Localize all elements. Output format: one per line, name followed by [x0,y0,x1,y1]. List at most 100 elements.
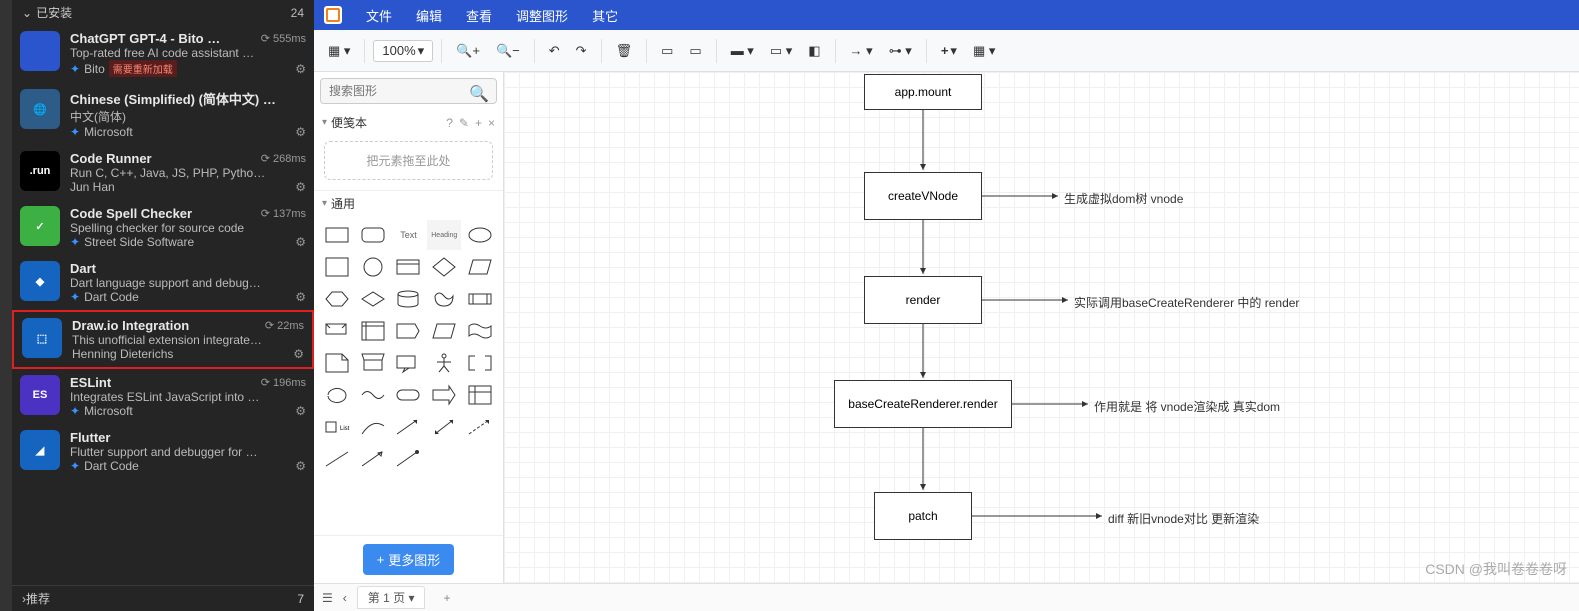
extension-icon: ✓ [20,206,60,246]
shape-item[interactable] [320,316,354,346]
extension-title: Code Runner [70,151,255,166]
extension-item[interactable]: 🌐 Chinese (Simplified) (简体中文) … 中文(简体) ✦… [12,83,314,145]
shape-item[interactable]: Heading [427,220,461,250]
gear-icon[interactable]: ⚙ [293,347,304,361]
shape-item[interactable] [320,220,354,250]
undo-button[interactable]: ↶ [543,39,566,63]
shape-item[interactable] [463,252,497,282]
shape-item[interactable] [392,444,426,474]
fill-color-button[interactable]: ▬ ▾ [725,39,760,63]
installed-count: 24 [291,6,304,20]
close-icon[interactable]: × [488,116,495,130]
shape-item[interactable] [392,252,426,282]
canvas[interactable]: app.mount createVNode render baseCreateR… [504,72,1579,583]
gear-icon[interactable]: ⚙ [295,235,306,249]
edit-icon[interactable]: ✎ [459,116,469,130]
installed-header[interactable]: ⌄ 已安装 24 [12,0,314,25]
watermark: CSDN @我叫卷卷卷呀 [1425,559,1567,579]
shape-item[interactable] [392,348,426,378]
extension-item[interactable]: ChatGPT GPT-4 - Bito … ⟳ 555ms Top-rated… [12,25,314,83]
shape-item[interactable] [392,380,426,410]
shape-item[interactable] [427,348,461,378]
general-label: 通用 [331,195,355,212]
shape-item[interactable] [356,252,390,282]
waypoint-button[interactable]: ⊶ ▾ [883,39,918,63]
general-header[interactable]: ▾ 通用 [314,191,503,216]
shape-item[interactable] [320,380,354,410]
shape-item[interactable] [463,412,497,442]
more-shapes-button[interactable]: + 更多图形 [363,544,455,575]
shape-item[interactable] [463,316,497,346]
insert-button[interactable]: + ▾ [935,39,963,63]
shape-item[interactable] [320,252,354,282]
menu-edit[interactable]: 编辑 [416,6,442,25]
shape-item[interactable] [356,316,390,346]
shape-item[interactable] [392,412,426,442]
shape-item[interactable] [463,220,497,250]
shape-item[interactable] [320,348,354,378]
to-front-button[interactable]: ▭ [655,39,679,63]
shape-item[interactable]: List item [320,412,354,442]
extension-item[interactable]: .run Code Runner ⟳ 268ms Run C, C++, Jav… [12,145,314,200]
scratchpad-header[interactable]: ▾ 便笺本 ? ✎ + × [314,110,503,135]
menu-extras[interactable]: 其它 [592,6,618,25]
shape-item[interactable] [356,348,390,378]
recommend-header[interactable]: › 推荐 7 [12,585,314,611]
shape-item[interactable] [427,380,461,410]
menu-view[interactable]: 查看 [466,6,492,25]
line-color-button[interactable]: ▭ ▾ [764,39,798,63]
shape-item[interactable] [463,348,497,378]
gear-icon[interactable]: ⚙ [295,404,306,418]
gear-icon[interactable]: ⚙ [295,180,306,194]
zoom-select[interactable]: 100% ▾ [373,40,433,62]
zoom-in-button[interactable]: 🔍+ [450,39,486,63]
shape-item[interactable] [356,284,390,314]
extension-description: Top-rated free AI code assistant … [70,46,306,60]
shape-item[interactable] [320,444,354,474]
zoom-out-button[interactable]: 🔍− [490,39,526,63]
shape-item[interactable] [392,316,426,346]
extension-description: This unofficial extension integrate… [72,333,304,347]
to-back-button[interactable]: ▭ [683,39,707,63]
shape-item[interactable] [356,412,390,442]
shape-item[interactable] [427,284,461,314]
redo-button[interactable]: ↷ [570,39,593,63]
extension-item[interactable]: ◆ Dart Dart language support and debug… … [12,255,314,310]
shape-item[interactable] [463,380,497,410]
shape-item[interactable] [356,444,390,474]
extension-author: Dart Code [84,459,139,473]
extension-item[interactable]: ES ESLint ⟳ 196ms Integrates ESLint Java… [12,369,314,424]
shape-item[interactable] [320,284,354,314]
shadow-button[interactable]: ◧ [802,39,826,63]
prev-page-button[interactable]: ‹ [343,591,347,605]
help-icon[interactable]: ? [446,116,453,130]
connection-button[interactable]: → ▾ [844,39,879,63]
table-button[interactable]: ▦ ▾ [967,39,1001,63]
gear-icon[interactable]: ⚙ [295,62,306,76]
reload-badge[interactable]: 需要重新加载 [109,60,177,77]
shape-item[interactable] [463,284,497,314]
shape-item[interactable]: Text [392,220,426,250]
gear-icon[interactable]: ⚙ [295,290,306,304]
page-tab[interactable]: 第 1 页 ▾ [357,586,426,609]
shape-item[interactable] [427,412,461,442]
add-page-button[interactable]: + [435,589,458,607]
add-icon[interactable]: + [475,116,482,130]
menu-file[interactable]: 文件 [366,6,392,25]
delete-button[interactable]: 🗑 [610,39,639,63]
pages-menu-icon[interactable]: ☰ [322,591,333,605]
gear-icon[interactable]: ⚙ [295,459,306,473]
shape-item[interactable] [392,284,426,314]
shape-item[interactable] [427,316,461,346]
shape-item[interactable] [356,220,390,250]
shape-item[interactable] [427,252,461,282]
scratchpad-dropzone[interactable]: 把元素拖至此处 [324,141,493,180]
extension-description: Flutter support and debugger for … [70,445,306,459]
gear-icon[interactable]: ⚙ [295,125,306,139]
shape-item[interactable] [356,380,390,410]
menu-arrange[interactable]: 调整图形 [516,6,568,25]
extension-item[interactable]: ⬚ Draw.io Integration ⟳ 22ms This unoffi… [12,310,314,369]
extension-item[interactable]: ✓ Code Spell Checker ⟳ 137ms Spelling ch… [12,200,314,255]
extension-item[interactable]: ◢ Flutter Flutter support and debugger f… [12,424,314,479]
view-mode-button[interactable]: ▦ ▾ [322,39,356,63]
